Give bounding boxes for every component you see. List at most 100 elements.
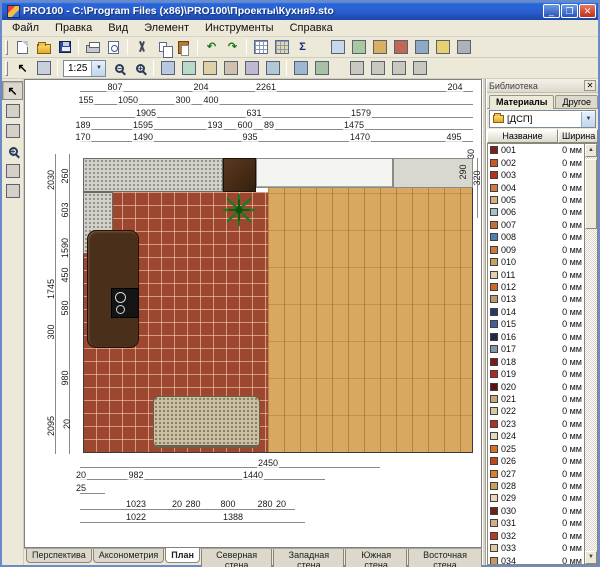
scroll-down-icon[interactable]: ▼ [585,551,597,564]
material-row[interactable]: 0330 мм [488,542,584,554]
view-tab-4[interactable]: Северная стена [201,549,272,567]
view-north-wall-button[interactable] [220,59,241,78]
show-frames-button[interactable] [411,38,432,57]
material-row[interactable]: 0160 мм [488,331,584,343]
view-west-wall-button[interactable] [241,59,262,78]
material-row[interactable]: 0220 мм [488,405,584,417]
material-row[interactable]: 0300 мм [488,505,584,517]
select-tool-button[interactable]: ↖ [2,81,23,100]
view-tab-3[interactable]: План [165,548,200,563]
material-row[interactable]: 0060 мм [488,206,584,218]
material-row[interactable]: 0030 мм [488,169,584,181]
show-lights-button[interactable] [432,38,453,57]
material-row[interactable]: 0290 мм [488,492,584,504]
material-row[interactable]: 0230 мм [488,418,584,430]
walk-mode-button[interactable] [33,59,54,78]
select-mode-button[interactable]: ↖ [12,59,33,78]
portal-tool-button[interactable] [2,101,23,120]
material-row[interactable]: 0120 мм [488,281,584,293]
material-row[interactable]: 0180 мм [488,355,584,367]
cooktop[interactable] [111,288,139,318]
menu-item-1[interactable]: Файл [4,21,47,35]
rotate-tool-button[interactable] [2,181,23,200]
material-row[interactable]: 0170 мм [488,343,584,355]
library-tab-1[interactable]: Материалы [489,95,554,109]
material-row[interactable]: 0320 мм [488,530,584,542]
material-category-select[interactable]: [ДСП] ▼ [489,110,596,128]
toolbar-drag-handle[interactable] [5,40,8,55]
scroll-up-icon[interactable]: ▲ [585,144,597,157]
material-row[interactable]: 0270 мм [488,467,584,479]
pan-tool-button[interactable] [2,161,23,180]
fit-view-button[interactable] [311,59,332,78]
scale-select[interactable]: 1:25▼ [63,60,106,77]
view-tab-1[interactable]: Перспектива [26,549,92,563]
view-perspective-button[interactable] [157,59,178,78]
zoom-out-button[interactable]: − [108,59,129,78]
open-project-button[interactable] [33,38,54,57]
material-row[interactable]: 0200 мм [488,380,584,392]
material-row[interactable]: 0090 мм [488,244,584,256]
toolbar-drag-handle[interactable] [5,61,8,76]
minimize-button[interactable]: _ [543,4,560,18]
menu-item-4[interactable]: Элемент [136,21,197,35]
close-icon[interactable]: ✕ [584,80,596,91]
measure-tool-button[interactable] [2,121,23,140]
material-row[interactable]: 0020 мм [488,156,584,168]
close-button[interactable]: ✕ [579,4,596,18]
scrollbar-track[interactable] [585,157,597,551]
kitchen-counter-top[interactable] [83,158,223,192]
zoom-tool-button[interactable]: + [2,141,23,160]
tall-cabinet[interactable] [223,158,256,192]
show-grid-button[interactable] [348,38,369,57]
material-row[interactable]: 0040 мм [488,181,584,193]
menu-item-3[interactable]: Вид [100,21,136,35]
material-row[interactable]: 0190 мм [488,368,584,380]
print-button[interactable] [82,38,103,57]
view-tab-7[interactable]: Восточная стена [408,549,482,567]
zoom-in-button[interactable]: + [129,59,150,78]
material-row[interactable]: 0210 мм [488,393,584,405]
show-colors-button[interactable] [390,38,411,57]
material-row[interactable]: 0260 мм [488,455,584,467]
plan-canvas[interactable]: 8072042261204155105030040019056311579189… [24,79,482,548]
material-row[interactable]: 0250 мм [488,443,584,455]
material-row[interactable]: 0240 мм [488,430,584,442]
settings-button[interactable] [453,38,474,57]
redo-button[interactable]: ↷ [222,38,243,57]
column-width[interactable]: Ширина [558,129,598,143]
scrollbar-thumb[interactable] [585,159,597,229]
library-scrollbar[interactable]: ▲ ▼ [584,143,598,565]
library-tab-2[interactable]: Другое [555,95,598,108]
material-row[interactable]: 0340 мм [488,554,584,565]
material-row[interactable]: 0140 мм [488,306,584,318]
chevron-down-icon[interactable]: ▼ [581,112,595,127]
cut-button[interactable] [131,38,152,57]
view-tab-5[interactable]: Западная стена [273,549,344,567]
material-row[interactable]: 0010 мм [488,144,584,156]
center-view-button[interactable] [290,59,311,78]
maximize-button[interactable]: ❐ [561,4,578,18]
new-project-button[interactable] [12,38,33,57]
move-down-button[interactable] [409,59,430,78]
undo-button[interactable]: ↶ [201,38,222,57]
material-row[interactable]: 0100 мм [488,256,584,268]
materials-list-button[interactable] [271,38,292,57]
material-row[interactable]: 0310 мм [488,517,584,529]
view-tab-2[interactable]: Аксонометрия [93,549,165,563]
element-list-button[interactable] [250,38,271,57]
show-dimensions-button[interactable] [327,38,348,57]
move-left-button[interactable] [346,59,367,78]
move-right-button[interactable] [367,59,388,78]
material-row[interactable]: 0150 мм [488,318,584,330]
copy-button[interactable] [152,38,173,57]
material-row[interactable]: 0050 мм [488,194,584,206]
menu-item-6[interactable]: Справка [282,21,341,35]
bench-seat[interactable] [153,396,260,448]
material-row[interactable]: 0280 мм [488,480,584,492]
print-preview-button[interactable] [103,38,124,57]
move-up-button[interactable] [388,59,409,78]
paste-button[interactable] [173,38,194,57]
show-textures-button[interactable] [369,38,390,57]
plant-symbol[interactable] [221,192,257,228]
